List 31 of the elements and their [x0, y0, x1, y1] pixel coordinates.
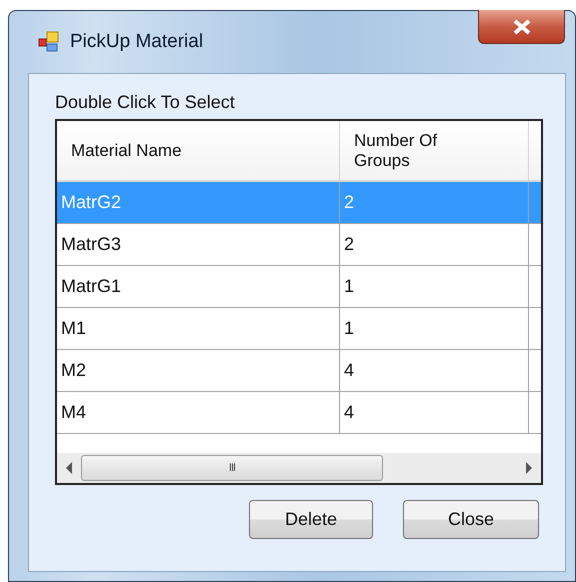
table-cell: MatrG1 [57, 266, 340, 308]
table-cell: 2 [340, 182, 529, 224]
table-row[interactable]: MatrG1 1 [57, 266, 541, 308]
table-cell: M1 [57, 308, 340, 350]
table-cell: 1 [340, 308, 529, 350]
window-title: PickUp Material [70, 31, 204, 53]
table-cell: 1 [340, 266, 529, 308]
delete-button[interactable]: Delete [249, 500, 373, 539]
horizontal-scrollbar[interactable]: III [57, 453, 541, 483]
column-header[interactable]: Number Of Groups [340, 121, 529, 182]
close-icon [512, 18, 532, 34]
table-row[interactable]: M1 1 [57, 308, 541, 350]
scroll-right-icon[interactable] [525, 462, 533, 474]
table-row[interactable]: M2 4 [57, 350, 541, 392]
scrollbar-thumb[interactable]: III [81, 455, 383, 481]
close-dialog-button[interactable]: Close [403, 500, 539, 539]
close-button[interactable] [478, 10, 565, 44]
table-cell: M2 [57, 350, 340, 392]
table-cell: 2 [340, 224, 529, 266]
table-cell [529, 182, 541, 224]
table-row[interactable]: MatrG3 2 [57, 224, 541, 266]
table-cell: 4 [340, 350, 529, 392]
table-cell: 4 [340, 392, 529, 434]
table-row[interactable]: M4 4 [57, 392, 541, 434]
app-icon [38, 31, 60, 53]
instruction-label: Double Click To Select [55, 92, 236, 113]
scroll-left-icon[interactable] [65, 462, 73, 474]
table-cell: MatrG3 [57, 224, 340, 266]
column-header[interactable]: Material Name [57, 121, 340, 182]
table-cell: MatrG2 [57, 182, 340, 224]
table-cell: M4 [57, 392, 340, 434]
